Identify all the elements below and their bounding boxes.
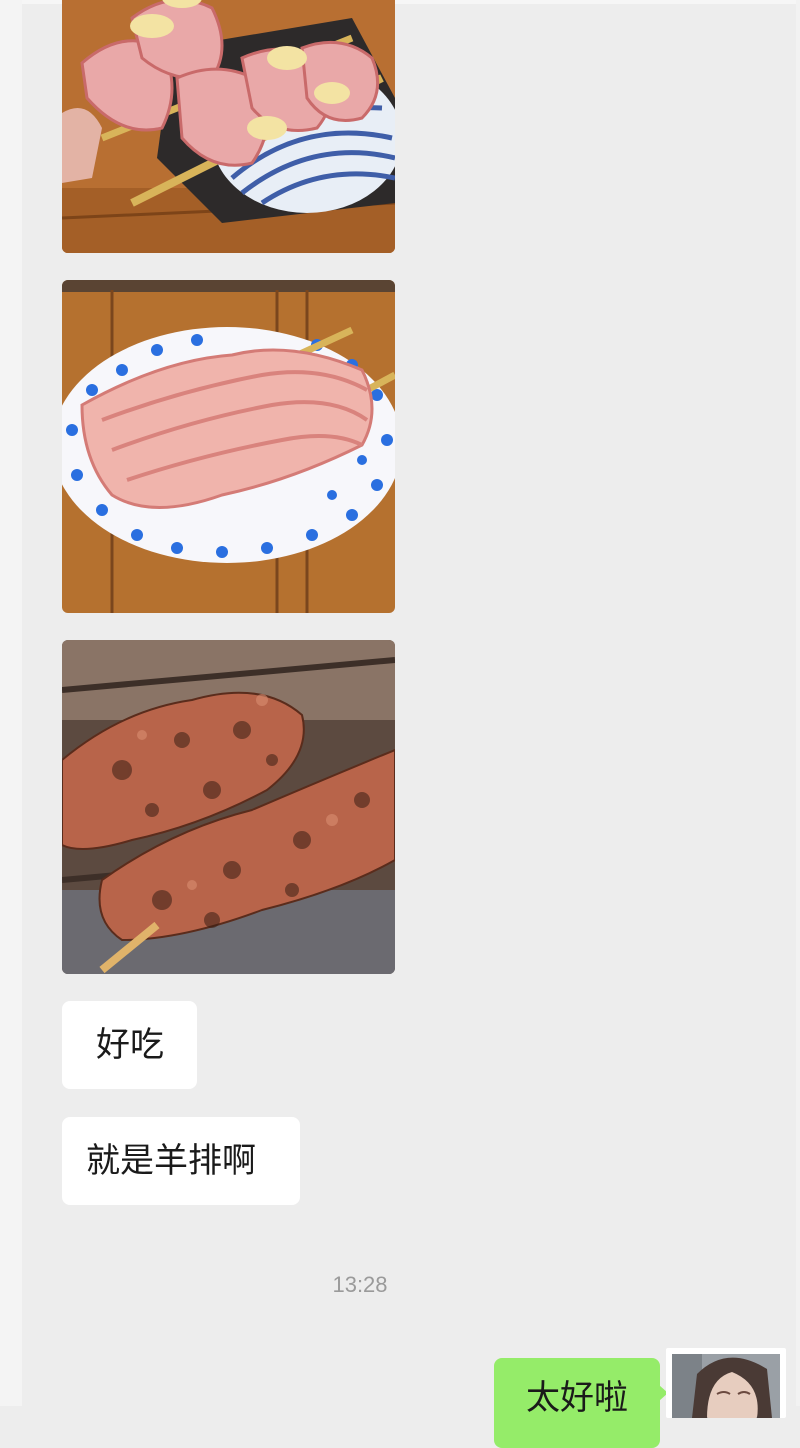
message-timestamp: 13:28 <box>332 1272 388 1297</box>
right-edge-strip <box>796 0 800 1406</box>
text-message-bubble[interactable]: 好吃 <box>62 1001 197 1089</box>
self-avatar[interactable] <box>666 1348 786 1418</box>
grilled-skewers-photo <box>62 640 395 974</box>
message-text: 太好啦 <box>526 1378 628 1418</box>
text-message-bubble[interactable]: 就是羊排啊 <box>62 1117 300 1205</box>
message-text: 好吃 <box>96 1025 164 1065</box>
self-text-message-bubble[interactable]: 太好啦 <box>494 1358 660 1448</box>
avatar-photo <box>672 1354 780 1418</box>
raw-pork-skewers-photo <box>62 0 395 253</box>
pork-belly-skewers-plate-photo <box>62 280 395 613</box>
image-message-pork-belly-plate[interactable] <box>62 280 395 613</box>
left-edge-strip <box>0 0 22 1406</box>
chat-message-list[interactable]: 好吃 就是羊排啊 13:28 太好啦 <box>22 0 796 1448</box>
image-message-raw-skewers[interactable] <box>62 0 395 253</box>
image-message-grilled-skewers[interactable] <box>62 640 395 974</box>
message-text: 就是羊排啊 <box>86 1141 256 1181</box>
